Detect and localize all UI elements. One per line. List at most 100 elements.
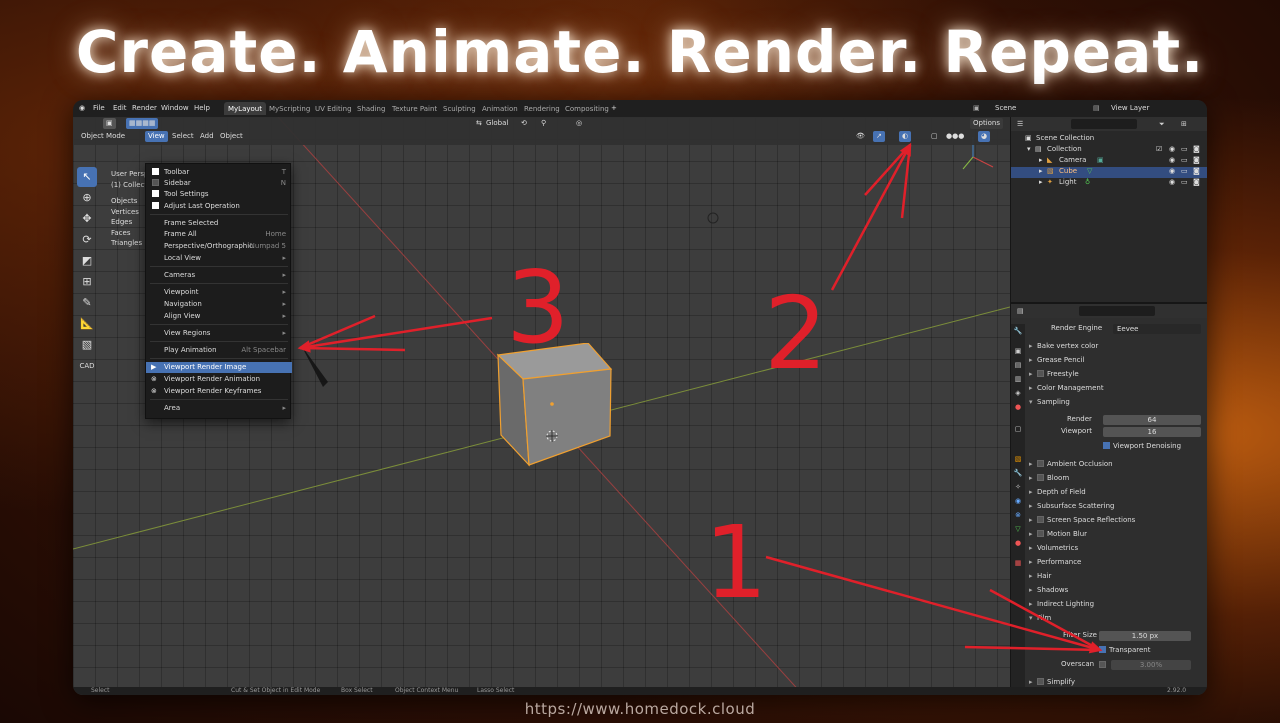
panel-ambient-occlusion[interactable]: ▸ Ambient Occlusion (1029, 460, 1204, 473)
footer-url[interactable]: https://www.homedock.cloud (0, 700, 1280, 718)
camera-render-icon[interactable]: ◙ (1193, 167, 1200, 175)
expand-icon[interactable]: ▸ (1039, 167, 1043, 175)
tab-animation[interactable]: Animation (478, 102, 522, 115)
filter-size-field[interactable]: 1.50 px (1099, 631, 1191, 641)
new-collection-icon[interactable]: ⊞ (1181, 120, 1187, 128)
menu-item-frame-selected[interactable]: Frame Selected (146, 218, 292, 229)
menu-item-frame-all[interactable]: Frame All Home (146, 229, 292, 240)
panel-color-management[interactable]: ▸ Color Management (1029, 384, 1204, 397)
tab-mylayout[interactable]: MyLayout (224, 102, 266, 115)
menu-window[interactable]: Window (161, 104, 189, 112)
menu-edit[interactable]: Edit (113, 104, 127, 112)
panel-grease-pencil[interactable]: ▸ Grease Pencil (1029, 356, 1204, 369)
visibility-checkbox-icon[interactable]: ☑ (1156, 145, 1162, 153)
cursor-tool-icon[interactable]: ⊕ (77, 188, 97, 208)
view-layer-tab-icon[interactable]: ▥ (1013, 374, 1023, 384)
material-tab-icon[interactable]: ● (1013, 538, 1023, 548)
panel-ssr[interactable]: ▸ Screen Space Reflections (1029, 516, 1204, 529)
add-menu[interactable]: Add (197, 131, 217, 142)
overlay-icon[interactable]: ◐ (899, 131, 912, 142)
tool-settings-checkbox[interactable] (152, 190, 159, 197)
camera-render-icon[interactable]: ◙ (1193, 178, 1200, 186)
properties-editor-icon[interactable]: ▤ (1017, 307, 1024, 315)
panel-bloom[interactable]: ▸ Bloom (1029, 474, 1204, 487)
add-cube-tool-icon[interactable]: ▧ (77, 335, 97, 355)
simplify-checkbox[interactable] (1037, 678, 1044, 685)
rendered-shading-icon[interactable]: ◕ (978, 131, 991, 142)
menu-item-viewport-render-animation[interactable]: ⊗ Viewport Render Animation (146, 374, 292, 385)
sidebar-checkbox[interactable] (152, 179, 159, 186)
render-tab-icon[interactable]: ▣ (1013, 346, 1023, 356)
menu-item-play-animation[interactable]: Play Animation Alt Spacebar (146, 345, 292, 356)
viewport-samples-field[interactable]: 16 (1103, 427, 1201, 437)
particles-tab-icon[interactable]: ✧ (1013, 482, 1023, 492)
ao-checkbox[interactable] (1037, 460, 1044, 467)
bloom-checkbox[interactable] (1037, 474, 1044, 481)
gizmo-icon[interactable]: ↗ (873, 131, 885, 142)
ssr-checkbox[interactable] (1037, 516, 1044, 523)
view-layer-name[interactable]: View Layer (1111, 104, 1149, 112)
tab-rendering[interactable]: Rendering (520, 102, 564, 115)
adjust-last-checkbox[interactable] (152, 202, 159, 209)
camera-render-icon[interactable]: ◙ (1193, 145, 1200, 153)
eye-icon[interactable]: ◉ (1169, 145, 1175, 153)
outliner-row-light[interactable]: ▸ ✦ Light ♁ ◉ ▭ ◙ (1011, 178, 1207, 189)
proportional-icon[interactable]: ◎ (573, 118, 585, 129)
tab-sculpting[interactable]: Sculpting (439, 102, 480, 115)
overscan-checkbox[interactable] (1099, 661, 1106, 668)
physics-tab-icon[interactable]: ◉ (1013, 496, 1023, 506)
eye-icon[interactable]: ◉ (1169, 178, 1175, 186)
rotate-tool-icon[interactable]: ⟳ (77, 230, 97, 250)
collection-tab-icon[interactable]: ▢ (1013, 424, 1023, 434)
tab-myscripting[interactable]: MyScripting (265, 102, 314, 115)
render-samples-field[interactable]: 64 (1103, 415, 1201, 425)
panel-motion-blur[interactable]: ▸ Motion Blur (1029, 530, 1204, 543)
object-mode-dropdown[interactable]: Object Mode (78, 131, 128, 142)
object-menu[interactable]: Object (217, 131, 246, 142)
select-box-icon[interactable]: ▣ (103, 118, 116, 129)
panel-hair[interactable]: ▸ Hair (1029, 572, 1204, 585)
menu-help[interactable]: Help (194, 104, 210, 112)
object-tab-icon[interactable]: ▧ (1013, 454, 1023, 464)
motion-blur-checkbox[interactable] (1037, 530, 1044, 537)
menu-item-view-regions[interactable]: View Regions ▸ (146, 328, 292, 339)
xray-icon[interactable]: ▢ (928, 131, 941, 142)
menu-item-perspective[interactable]: Perspective/Orthographic Numpad 5 (146, 241, 292, 252)
tab-compositing[interactable]: Compositing (561, 102, 613, 115)
render-engine-dropdown[interactable]: Eevee (1113, 324, 1201, 334)
add-workspace-icon[interactable]: + (611, 104, 617, 112)
select-tool-icon[interactable]: ↖ (77, 167, 97, 187)
tab-shading[interactable]: Shading (353, 102, 389, 115)
snap-icon[interactable]: ⚲ (538, 118, 549, 129)
pivot-icon[interactable]: ⟲ (518, 118, 530, 129)
constraints-tab-icon[interactable]: ⊗ (1013, 510, 1023, 520)
panel-bake[interactable]: ▸ Bake vertex color (1029, 342, 1204, 355)
outliner-row-collection[interactable]: ▾ ▤ Collection ☑ ◉ ▭ ◙ (1011, 145, 1207, 156)
cad-tool-icon[interactable]: CAD (77, 356, 97, 376)
3d-viewport[interactable]: ▣ ▦▦▦▦ ⇆ Global ⟲ ⚲ ◎ Options Object Mod… (73, 117, 1010, 695)
panel-performance[interactable]: ▸ Performance (1029, 558, 1204, 571)
orientation-dropdown[interactable]: Global (483, 118, 511, 129)
menu-item-align-view[interactable]: Align View ▸ (146, 311, 292, 322)
expand-icon[interactable]: ▾ (1027, 145, 1031, 153)
menu-item-tool-settings[interactable]: Tool Settings (146, 189, 292, 200)
camera-render-icon[interactable]: ◙ (1193, 156, 1200, 164)
scale-tool-icon[interactable]: ◩ (77, 251, 97, 271)
output-tab-icon[interactable]: ▤ (1013, 360, 1023, 370)
menu-file[interactable]: File (93, 104, 105, 112)
shading-modes-icon[interactable]: ●●● (943, 131, 967, 142)
panel-freestyle[interactable]: ▸ Freestyle (1029, 370, 1204, 383)
properties-search-input[interactable] (1079, 306, 1155, 316)
transparent-checkbox[interactable] (1099, 646, 1106, 653)
outliner-search-input[interactable] (1071, 119, 1137, 129)
panel-volumetrics[interactable]: ▸ Volumetrics (1029, 544, 1204, 557)
menu-item-sidebar[interactable]: Sidebar N (146, 178, 292, 189)
expand-icon[interactable]: ▸ (1039, 178, 1043, 186)
visibility-icon[interactable]: 👁 (853, 131, 868, 142)
panel-sampling[interactable]: ▾ Sampling (1029, 398, 1204, 411)
move-tool-icon[interactable]: ✥ (77, 209, 97, 229)
freestyle-checkbox[interactable] (1037, 370, 1044, 377)
options-dropdown[interactable]: Options (970, 118, 1004, 129)
menu-item-area[interactable]: Area ▸ (146, 403, 292, 414)
menu-item-navigation[interactable]: Navigation ▸ (146, 299, 292, 310)
